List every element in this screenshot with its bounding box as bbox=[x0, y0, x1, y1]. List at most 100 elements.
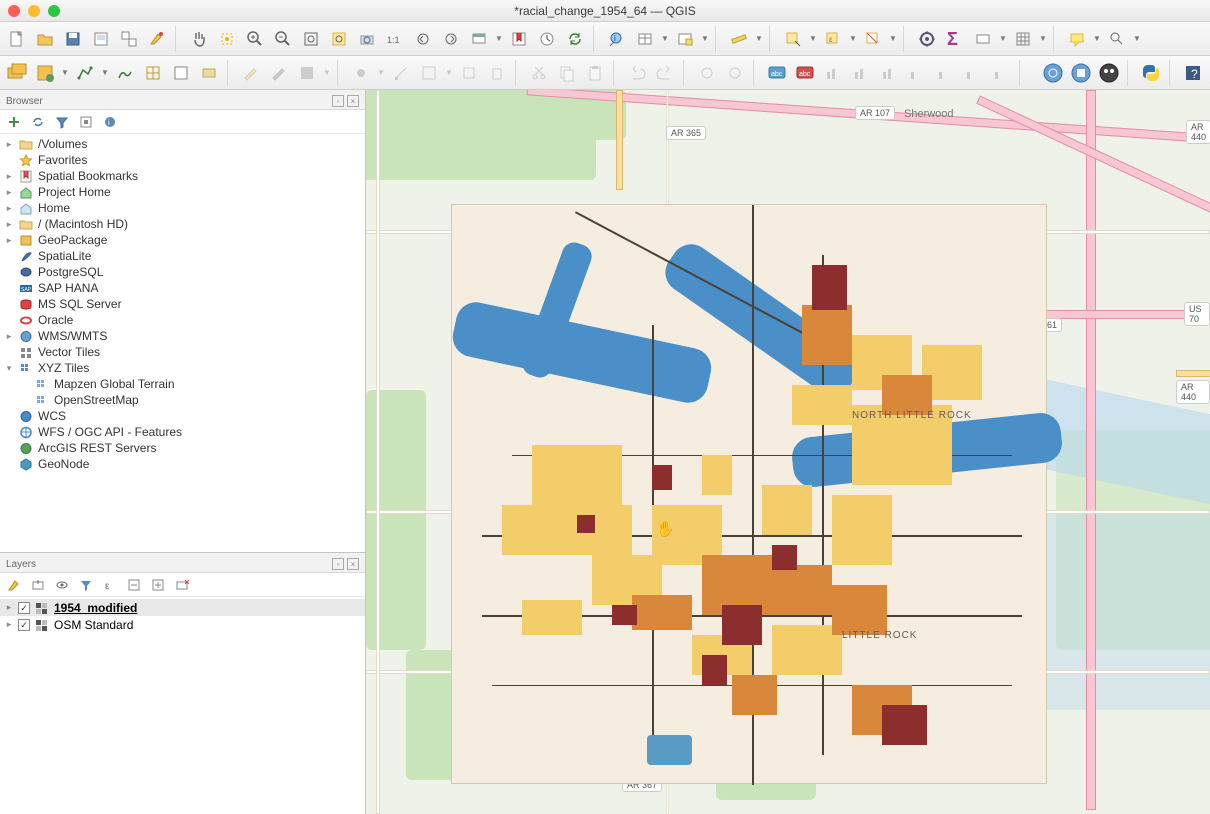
browser-item[interactable]: ▸/Volumes bbox=[0, 136, 365, 152]
add-feature-dropdown[interactable]: ▼ bbox=[376, 68, 386, 77]
panel-close-button[interactable]: × bbox=[347, 558, 359, 570]
layer-row[interactable]: ▸✓1954_modified bbox=[0, 599, 365, 616]
toggle-editing-button[interactable] bbox=[266, 60, 292, 86]
vertex-dropdown[interactable]: ▼ bbox=[444, 68, 454, 77]
filter-button[interactable] bbox=[1104, 26, 1130, 52]
digitize-button[interactable] bbox=[694, 60, 720, 86]
plugin-3-button[interactable] bbox=[1096, 60, 1122, 86]
open-project-button[interactable] bbox=[32, 26, 58, 52]
add-virtual-button[interactable] bbox=[196, 60, 222, 86]
add-vector-button[interactable] bbox=[72, 60, 98, 86]
map-tips-button[interactable] bbox=[1064, 26, 1090, 52]
expand-arrow[interactable]: ▸ bbox=[4, 187, 14, 198]
select-by-value-button[interactable]: ε bbox=[820, 26, 846, 52]
statistics-button[interactable]: Σ bbox=[942, 26, 968, 52]
map-view-dropdown[interactable]: ▼ bbox=[494, 34, 504, 43]
layer-style-button[interactable] bbox=[4, 575, 24, 595]
minimize-window-button[interactable] bbox=[28, 5, 40, 17]
filter-legend-button[interactable] bbox=[76, 575, 96, 595]
diagram-1-button[interactable] bbox=[820, 60, 846, 86]
delete-button[interactable] bbox=[484, 60, 510, 86]
zoom-last-button[interactable] bbox=[410, 26, 436, 52]
identify-button[interactable]: i bbox=[604, 26, 630, 52]
grid-dropdown[interactable]: ▼ bbox=[1038, 34, 1048, 43]
data-source-button[interactable] bbox=[4, 60, 30, 86]
browser-item[interactable]: ▸/ (Macintosh HD) bbox=[0, 216, 365, 232]
add-feature-button[interactable] bbox=[348, 60, 374, 86]
select-dropdown[interactable]: ▼ bbox=[808, 34, 818, 43]
select-value-dropdown[interactable]: ▼ bbox=[848, 34, 858, 43]
expand-arrow[interactable]: ▸ bbox=[4, 139, 14, 150]
zoom-to-selection-button[interactable] bbox=[326, 26, 352, 52]
pan-button[interactable] bbox=[186, 26, 212, 52]
new-map-view-button[interactable] bbox=[466, 26, 492, 52]
expand-arrow[interactable]: ▸ bbox=[4, 235, 14, 246]
new-print-layout-button[interactable] bbox=[88, 26, 114, 52]
vertex-tool-layer-button[interactable] bbox=[416, 60, 442, 86]
expand-arrow[interactable]: ▾ bbox=[4, 363, 14, 374]
browser-item[interactable]: WCS bbox=[0, 408, 365, 424]
maximize-window-button[interactable] bbox=[48, 5, 60, 17]
save-edits-button[interactable] bbox=[294, 60, 320, 86]
zoom-out-button[interactable] bbox=[270, 26, 296, 52]
expand-arrow[interactable]: ▸ bbox=[4, 619, 14, 630]
browser-item[interactable]: MS SQL Server bbox=[0, 296, 365, 312]
temporal-button[interactable] bbox=[534, 26, 560, 52]
open-table-button[interactable] bbox=[632, 26, 658, 52]
close-window-button[interactable] bbox=[8, 5, 20, 17]
style-manager-button[interactable] bbox=[144, 26, 170, 52]
browser-item[interactable]: GeoNode bbox=[0, 456, 365, 472]
cut-button[interactable] bbox=[526, 60, 552, 86]
browser-item[interactable]: ▸WMS/WMTS bbox=[0, 328, 365, 344]
vector-dropdown[interactable]: ▼ bbox=[100, 68, 110, 77]
browser-item[interactable]: ▸Project Home bbox=[0, 184, 365, 200]
add-delimited-button[interactable] bbox=[168, 60, 194, 86]
zoom-native-button[interactable]: 1:1 bbox=[382, 26, 408, 52]
pan-to-selection-button[interactable] bbox=[214, 26, 240, 52]
browser-item[interactable]: WFS / OGC API - Features bbox=[0, 424, 365, 440]
zoom-next-button[interactable] bbox=[438, 26, 464, 52]
zoom-to-layer-button[interactable] bbox=[354, 26, 380, 52]
browser-item[interactable]: ▸Spatial Bookmarks bbox=[0, 168, 365, 184]
map-tips-dropdown[interactable]: ▼ bbox=[1092, 34, 1102, 43]
layer-row[interactable]: ▸✓OSM Standard bbox=[0, 616, 365, 633]
browser-item[interactable]: Mapzen Global Terrain bbox=[0, 376, 365, 392]
geopackage-dropdown[interactable]: ▼ bbox=[60, 68, 70, 77]
remove-layer-button[interactable] bbox=[172, 575, 192, 595]
add-raster-button[interactable] bbox=[112, 60, 138, 86]
expand-arrow[interactable]: ▸ bbox=[4, 203, 14, 214]
new-geopackage-button[interactable] bbox=[32, 60, 58, 86]
panel-float-button[interactable]: ▫ bbox=[332, 558, 344, 570]
labeling-button[interactable] bbox=[970, 26, 996, 52]
paste-button[interactable] bbox=[582, 60, 608, 86]
browser-item[interactable]: PostgreSQL bbox=[0, 264, 365, 280]
zoom-in-button[interactable] bbox=[242, 26, 268, 52]
browser-item[interactable]: OpenStreetMap bbox=[0, 392, 365, 408]
current-edits-button[interactable] bbox=[238, 60, 264, 86]
browser-item[interactable]: Oracle bbox=[0, 312, 365, 328]
save-edit-dropdown[interactable]: ▼ bbox=[322, 68, 332, 77]
collapse-button[interactable] bbox=[76, 112, 96, 132]
panel-close-button[interactable]: × bbox=[347, 95, 359, 107]
browser-item[interactable]: SAPSAP HANA bbox=[0, 280, 365, 296]
refresh-button[interactable] bbox=[562, 26, 588, 52]
browser-item[interactable]: SpatiaLite bbox=[0, 248, 365, 264]
browser-tree[interactable]: ▸/VolumesFavorites▸Spatial Bookmarks▸Pro… bbox=[0, 134, 365, 552]
calculator-dropdown[interactable]: ▼ bbox=[700, 34, 710, 43]
layer-visibility-checkbox[interactable]: ✓ bbox=[18, 602, 30, 614]
stream-button[interactable] bbox=[722, 60, 748, 86]
diagram-5-button[interactable] bbox=[932, 60, 958, 86]
diagram-3-button[interactable] bbox=[876, 60, 902, 86]
panel-float-button[interactable]: ▫ bbox=[332, 95, 344, 107]
browser-item[interactable]: ArcGIS REST Servers bbox=[0, 440, 365, 456]
add-group-button[interactable] bbox=[28, 575, 48, 595]
expand-arrow[interactable]: ▸ bbox=[4, 331, 14, 342]
python-button[interactable] bbox=[1138, 60, 1164, 86]
refresh-browser-button[interactable] bbox=[28, 112, 48, 132]
map-canvas[interactable]: AR 365 AR 107 AR 440 AR 161 US 70 AR 440… bbox=[366, 90, 1210, 814]
label-abc-red-button[interactable]: abc bbox=[792, 60, 818, 86]
label-abc-button[interactable]: abc bbox=[764, 60, 790, 86]
filter-browser-button[interactable] bbox=[52, 112, 72, 132]
add-layer-button[interactable] bbox=[4, 112, 24, 132]
redo-button[interactable] bbox=[652, 60, 678, 86]
